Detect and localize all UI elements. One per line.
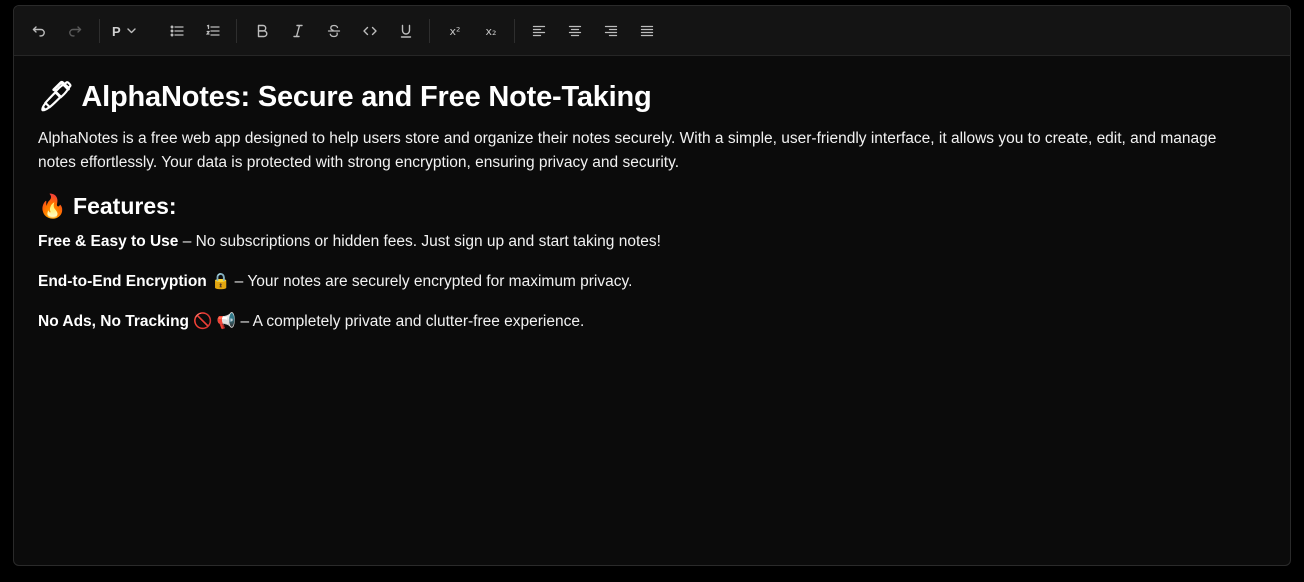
toolbar-divider — [429, 19, 430, 43]
redo-button[interactable] — [62, 18, 88, 44]
align-center-button[interactable] — [562, 18, 588, 44]
bold-button[interactable] — [249, 18, 275, 44]
toolbar-divider — [99, 19, 100, 43]
align-left-icon — [531, 23, 547, 39]
bullet-list-icon — [169, 23, 185, 39]
strikethrough-icon — [326, 23, 342, 39]
italic-icon — [290, 23, 306, 39]
chevron-down-icon — [126, 24, 137, 39]
superscript-button[interactable]: x² — [442, 18, 468, 44]
align-right-button[interactable] — [598, 18, 624, 44]
feature-item: Free & Easy to Use – No subscriptions or… — [38, 230, 1250, 254]
feature-item: No Ads, No Tracking 🚫 📢 – A completely p… — [38, 310, 1250, 334]
italic-button[interactable] — [285, 18, 311, 44]
align-justify-icon — [639, 23, 655, 39]
toolbar-divider — [236, 19, 237, 43]
underline-icon — [398, 23, 414, 39]
intro-paragraph: AlphaNotes is a free web app designed to… — [38, 130, 1217, 171]
feature-title: End-to-End Encryption 🔒 — [38, 273, 231, 290]
underline-button[interactable] — [393, 18, 419, 44]
undo-button[interactable] — [26, 18, 52, 44]
feature-item: End-to-End Encryption 🔒 – Your notes are… — [38, 270, 1250, 294]
editor-content[interactable]: 🖊 AlphaNotes: Secure and Free Note-Takin… — [38, 80, 1250, 334]
feature-text: – No subscriptions or hidden fees. Just … — [178, 233, 661, 250]
redo-icon — [67, 23, 83, 39]
subscript-button[interactable]: x₂ — [478, 18, 504, 44]
bullet-list-button[interactable] — [164, 18, 190, 44]
bold-icon — [254, 23, 270, 39]
superscript-icon: x² — [449, 24, 461, 38]
align-justify-button[interactable] — [634, 18, 660, 44]
align-center-icon — [567, 23, 583, 39]
align-left-button[interactable] — [526, 18, 552, 44]
subscript-icon: x₂ — [485, 24, 497, 38]
align-right-icon — [603, 23, 619, 39]
feature-title: No Ads, No Tracking 🚫 📢 — [38, 313, 237, 330]
undo-icon — [31, 23, 47, 39]
ordered-list-icon — [205, 23, 221, 39]
code-button[interactable] — [357, 18, 383, 44]
feature-title: Free & Easy to Use — [38, 233, 179, 250]
rich-text-editor: P x² x₂ 🖊 AlphaNotes: Secure and Free No… — [13, 5, 1291, 566]
editor-toolbar: P x² x₂ — [14, 6, 1290, 56]
document-title: 🖊 AlphaNotes: Secure and Free Note-Takin… — [38, 81, 652, 113]
code-icon — [362, 23, 378, 39]
feature-text: – Your notes are securely encrypted for … — [230, 273, 633, 290]
toolbar-divider — [514, 19, 515, 43]
feature-text: – A completely private and clutter-free … — [236, 313, 585, 330]
features-heading: 🔥 Features: — [38, 193, 177, 219]
block-type-value: P — [112, 23, 121, 39]
strikethrough-button[interactable] — [321, 18, 347, 44]
block-type-select[interactable]: P — [112, 18, 148, 44]
ordered-list-button[interactable] — [200, 18, 226, 44]
